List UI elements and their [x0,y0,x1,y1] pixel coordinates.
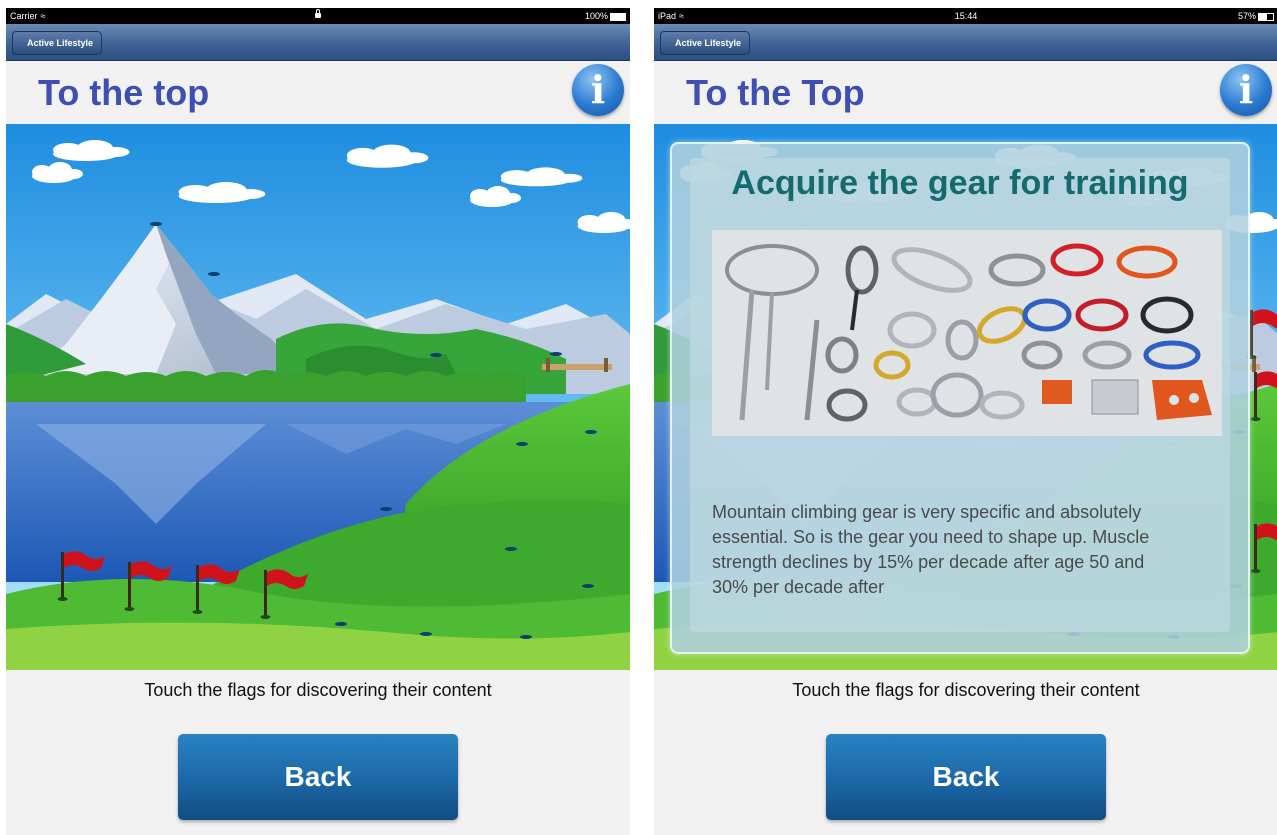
popup-overlay: Acquire the gear for training Mountain c… [654,124,1277,670]
back-button[interactable]: Back [178,734,458,820]
battery-percent: 57% [1237,11,1256,21]
page-title: To the Top [686,72,865,113]
status-bar: iPad ≈ 15:44 57% [654,8,1277,24]
nav-back-button[interactable]: Active Lifestyle [12,31,103,55]
mountain-scene [6,124,630,670]
popup-title: Acquire the gear for training [731,164,1189,202]
page-title: To the top [38,72,210,113]
landscape-illustration [6,124,630,670]
battery-icon [1258,12,1274,21]
nav-back-button[interactable]: Active Lifestyle [660,31,751,55]
popup-body-text: Mountain climbing gear is very specific … [712,502,1150,597]
climbing-gear-image [712,230,1222,436]
info-button[interactable]: i [1220,64,1272,116]
status-battery: 100% [585,8,626,24]
instruction-text: Touch the flags for discovering their co… [792,680,1140,700]
nav-bar: Active Lifestyle [6,24,630,61]
instruction-text: Touch the flags for discovering their co… [144,680,492,700]
screen-left: Carrier ≈ 100% Active Lifestyle To the to… [6,8,630,835]
nav-bar: Active Lifestyle [654,24,1277,61]
info-popup[interactable]: Acquire the gear for training Mountain c… [670,142,1250,654]
screen-right: iPad ≈ 15:44 57% Active Lifestyle To the … [654,8,1277,835]
battery-percent: 100% [584,11,608,21]
battery-icon [610,12,626,21]
status-battery: 57% [1238,8,1274,24]
status-center [6,8,630,24]
status-time: 15:44 [954,11,978,21]
info-button[interactable]: i [572,64,624,116]
status-bar: Carrier ≈ 100% [6,8,630,24]
lock-icon [315,9,321,18]
mountain-scene: Acquire the gear for training Mountain c… [654,124,1277,670]
climbing-gear-photo [712,230,1222,436]
back-button[interactable]: Back [826,734,1106,820]
